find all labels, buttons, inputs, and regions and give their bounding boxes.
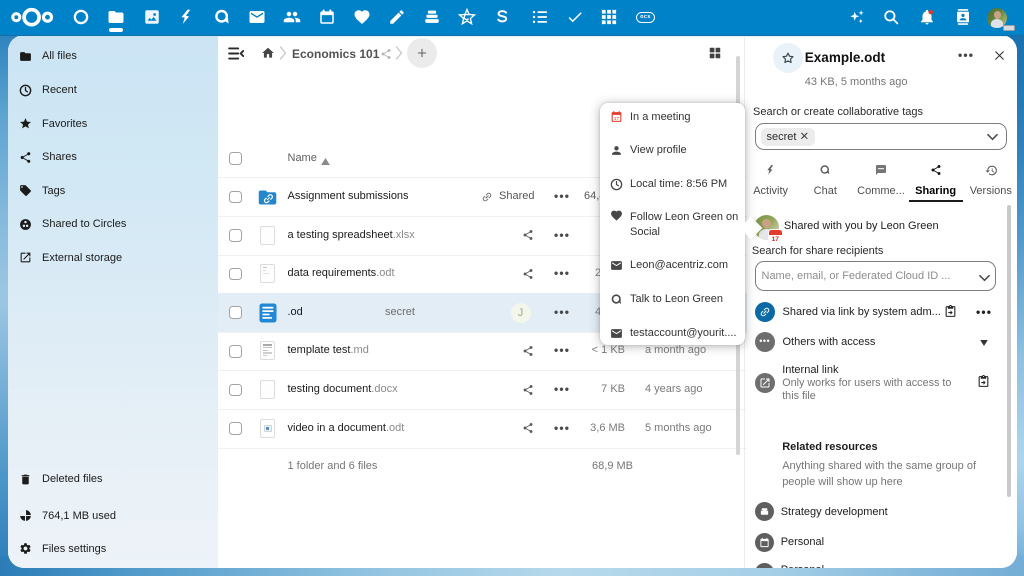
svg-text:17: 17 bbox=[614, 116, 620, 122]
